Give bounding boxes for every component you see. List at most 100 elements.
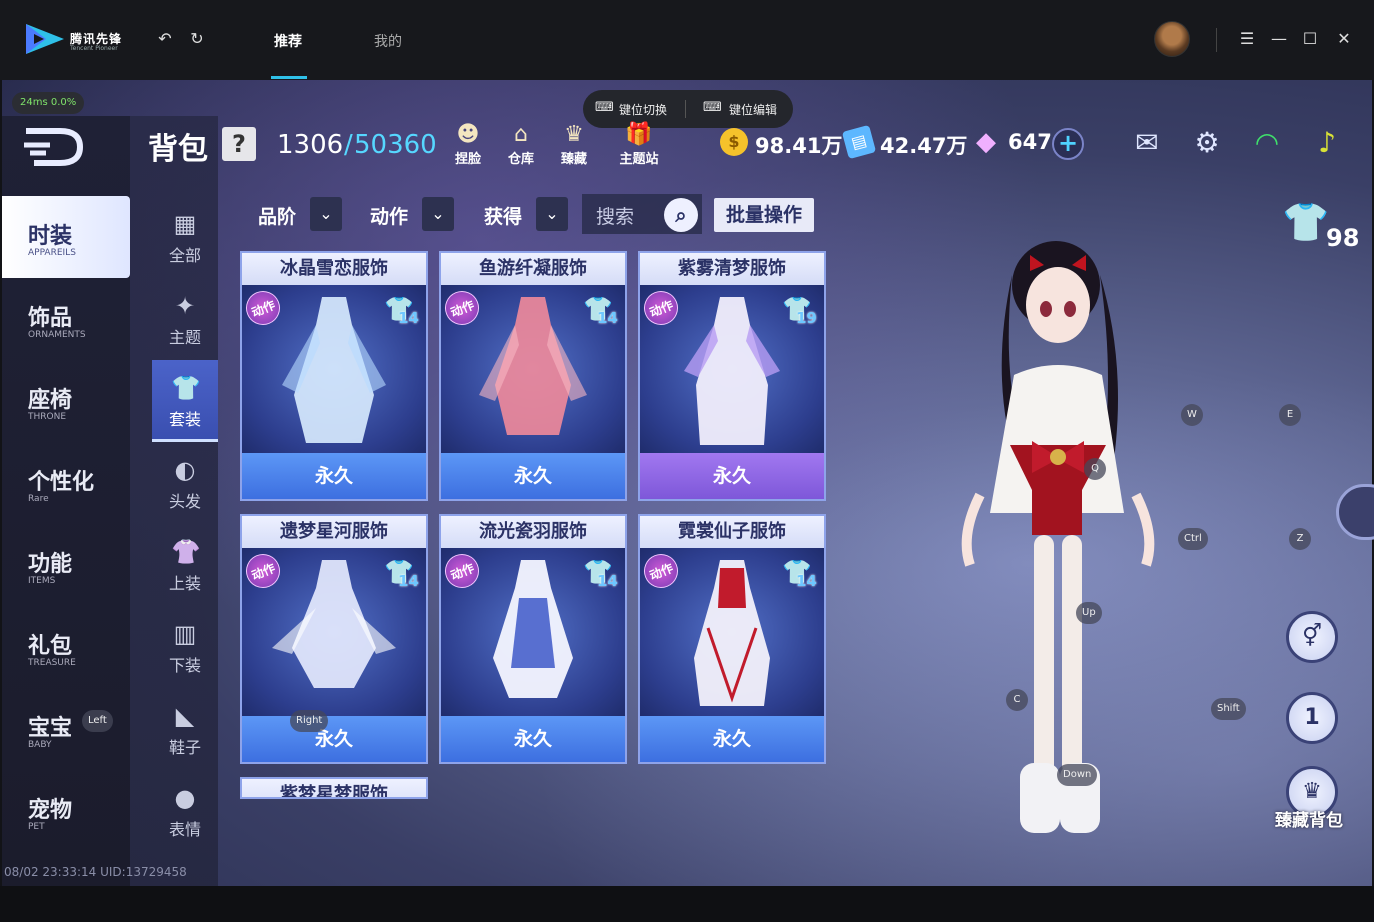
refresh-icon[interactable]: ↻ (188, 30, 206, 48)
ticket-value: 42.47万 (880, 134, 968, 158)
action-filter-label: 动作 (370, 206, 409, 228)
grade-filter-label: 品阶 (258, 206, 297, 228)
gear-icon[interactable]: ⚙ (1190, 126, 1224, 160)
category-sublabel: Rare (28, 494, 49, 504)
item-name: 鱼游纤凝服饰 (441, 253, 625, 285)
category-label: 宝宝 (28, 716, 73, 741)
face-icon: ● (174, 784, 196, 812)
outfit-icon: 👕 (171, 374, 201, 402)
chevron-down-icon[interactable]: ⌄ (422, 197, 454, 231)
sub-bottom[interactable]: ▥ 下装 (152, 606, 218, 688)
warehouse-icon: ⌂ (514, 122, 528, 147)
coin-value: 98.41万 (755, 134, 843, 158)
key-hint-up: Up (1076, 602, 1102, 624)
chevron-down-icon[interactable]: ⌄ (310, 197, 342, 231)
item-name: 冰晶雪恋服饰 (242, 253, 426, 285)
item-name: 紫雾清梦服饰 (640, 253, 824, 285)
face-edit-button[interactable]: ☻ 捏脸 (443, 122, 493, 167)
coin-icon: $ (720, 128, 748, 156)
item-card[interactable]: 紫梦星梦服饰 (240, 777, 428, 799)
friends-mail-icon[interactable]: ✉ (1130, 126, 1164, 160)
item-card[interactable]: 遗梦星河服饰 动作 👕 14 永久 (240, 514, 428, 764)
undo-icon[interactable]: ↶ (156, 30, 174, 48)
category-pet[interactable]: 宠物 PET (2, 770, 130, 852)
outfit-piece-count: 👕 14 (384, 558, 424, 592)
recharge-plus-button[interactable]: + (1052, 128, 1084, 160)
sub-expression[interactable]: ● 表情 (152, 770, 218, 852)
sub-label: 全部 (168, 246, 201, 265)
category-label: 个性化 (28, 470, 95, 495)
sub-label: 鞋子 (168, 738, 201, 757)
warehouse-button[interactable]: ⌂ 仓库 (496, 122, 546, 167)
item-status: 永久 (242, 453, 426, 499)
top-icon: 👚 (171, 538, 201, 566)
item-card[interactable]: 鱼游纤凝服饰 动作 👕 14 永久 (439, 251, 627, 501)
theme-station-label: 主题站 (619, 152, 659, 167)
category-sublabel: BABY (28, 740, 52, 750)
category-baby[interactable]: 宝宝 BABY (2, 688, 130, 770)
face-edit-icon: ☻ (456, 122, 480, 147)
item-name: 紫梦星梦服饰 (242, 779, 426, 797)
treasure-bag-label: 臻藏背包 (1275, 811, 1343, 831)
category-treasure[interactable]: 礼包 TREASURE (2, 606, 130, 688)
warehouse-label: 仓库 (507, 152, 534, 167)
category-label: 功能 (28, 552, 73, 577)
tab-recommend[interactable]: 推荐 (274, 31, 302, 51)
help-button[interactable]: ? (222, 127, 256, 161)
outfit-slot-button[interactable]: 1 (1286, 692, 1338, 744)
category-apparels[interactable]: 时装 APPAREILS (2, 196, 130, 278)
item-card[interactable]: 流光瓷羽服饰 动作 👕 14 永久 (439, 514, 627, 764)
item-status: 永久 (441, 716, 625, 762)
sub-shoes[interactable]: ◣ 鞋子 (152, 688, 218, 770)
theme-station-button[interactable]: 🎁 主题站 (608, 122, 670, 167)
category-throne[interactable]: 座椅 THRONE (2, 360, 130, 442)
key-switch-button[interactable]: 键位切换 (619, 101, 667, 118)
minimize-icon[interactable]: — (1268, 28, 1290, 50)
category-label: 饰品 (28, 306, 73, 331)
bulk-operation-button[interactable]: 批量操作 (714, 198, 814, 232)
maximize-icon[interactable]: ☐ (1299, 28, 1321, 50)
music-icon[interactable]: ♪ (1310, 126, 1344, 160)
hair-icon: ◐ (174, 456, 196, 484)
item-card[interactable]: 冰晶雪恋服饰 动作 👕 14 永久 (240, 251, 428, 501)
sub-top[interactable]: 👚 上装 (152, 524, 218, 606)
sub-label: 主题 (168, 328, 201, 347)
gender-switch-icon[interactable]: ⚥ (1286, 611, 1338, 663)
sub-outfit[interactable]: 👕 套装 (152, 360, 218, 442)
app-window: 腾讯先锋 Tencent Pioneer ↶ ↻ 推荐 我的 ☰ — ☐ ✕ 时… (0, 0, 1374, 922)
key-hint-down: Down (1057, 764, 1098, 786)
sub-label: 下装 (168, 656, 201, 675)
item-card[interactable]: 霓裳仙子服饰 动作 👕 14 永久 (638, 514, 826, 764)
gamepad-icon: ⌨ (595, 100, 614, 115)
sub-hair[interactable]: ◐ 头发 (152, 442, 218, 524)
category-items[interactable]: 功能 ITEMS (2, 524, 130, 606)
sub-all[interactable]: ▦ 全部 (152, 196, 218, 278)
obtain-filter[interactable]: 获得 ⌄ (466, 194, 570, 234)
collection-label: 臻藏 (560, 152, 587, 167)
game-logo-icon (24, 128, 84, 166)
menu-icon[interactable]: ☰ (1236, 28, 1258, 50)
tab-mine[interactable]: 我的 (374, 31, 402, 51)
gift-icon: 🎁 (625, 122, 653, 147)
wardrobe-count-number: 98 (1326, 224, 1360, 252)
gamepad-icon: ⌨ (703, 100, 722, 115)
outfit-piece-count: 👕 14 (384, 295, 424, 329)
category-sublabel: ITEMS (28, 576, 56, 586)
chevron-down-icon[interactable]: ⌄ (536, 197, 568, 231)
category-ornaments[interactable]: 饰品 ORNAMENTS (2, 278, 130, 360)
category-personalize[interactable]: 个性化 Rare (2, 442, 130, 524)
key-edit-button[interactable]: 键位编辑 (729, 101, 777, 118)
timestamp-uid: 08/02 23:33:14 UID:13729458 (4, 865, 187, 879)
search-icon[interactable]: ⌕ (664, 198, 698, 232)
close-icon[interactable]: ✕ (1333, 28, 1355, 50)
key-hint-c: C (1006, 689, 1028, 711)
user-avatar[interactable] (1154, 21, 1190, 57)
grade-filter[interactable]: 品阶 ⌄ (240, 194, 344, 234)
action-filter[interactable]: 动作 ⌄ (352, 194, 456, 234)
item-card[interactable]: 紫雾清梦服饰 动作 👕 19 永久 (638, 251, 826, 501)
collection-button[interactable]: ♛ 臻藏 (549, 122, 599, 167)
category-label: 礼包 (28, 634, 73, 659)
sub-theme[interactable]: ✦ 主题 (152, 278, 218, 360)
category-sublabel: APPAREILS (28, 248, 76, 258)
item-name: 流光瓷羽服饰 (441, 516, 625, 548)
